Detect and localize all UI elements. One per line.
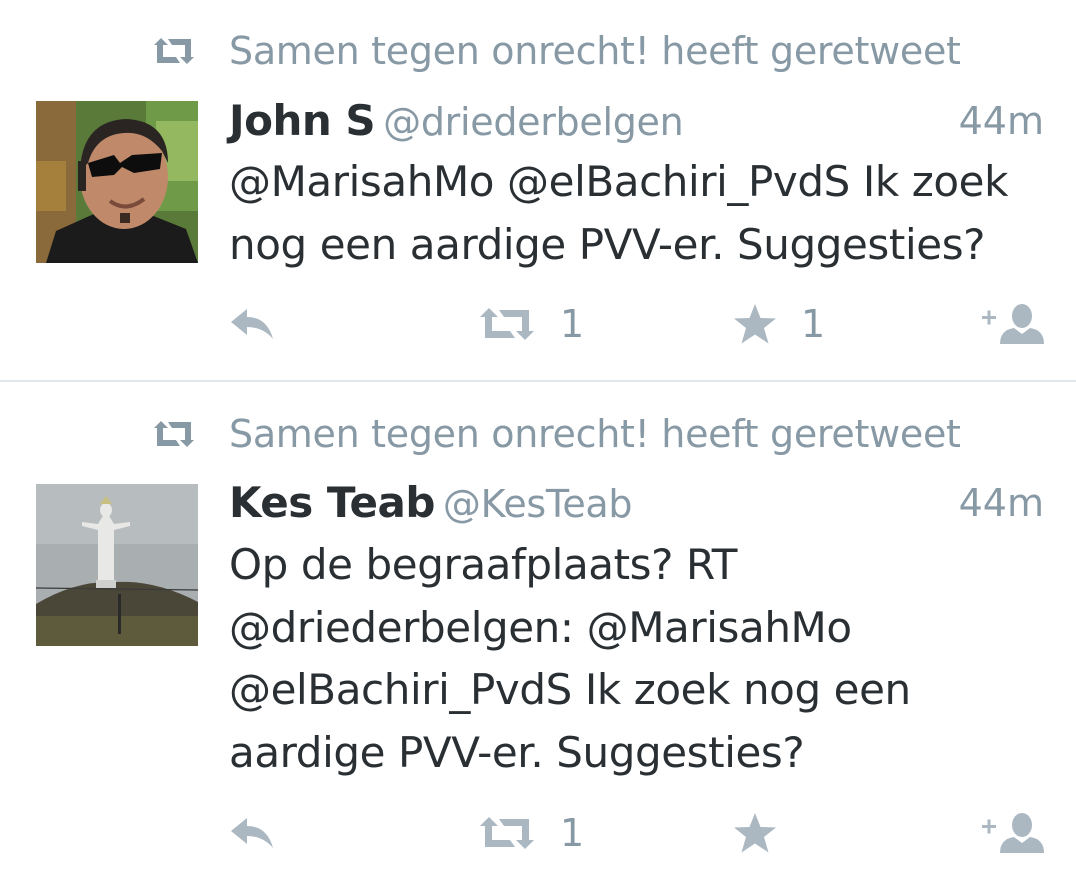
follow-button[interactable] <box>982 808 1046 858</box>
favorite-count: 1 <box>801 302 826 346</box>
retweet-count: 1 <box>560 302 585 346</box>
tweet-time: 44m <box>958 99 1044 143</box>
retweeted-by-text: Samen tegen onrecht! heeft geretweet <box>229 29 961 73</box>
user-handle[interactable]: @KesTeab <box>443 482 633 526</box>
reply-button[interactable] <box>229 808 275 858</box>
star-icon <box>734 813 776 853</box>
tweet-header: Kes Teab @KesTeab 44m <box>229 477 1044 529</box>
favorite-button[interactable]: 1 <box>733 299 825 349</box>
add-user-icon <box>982 304 1044 344</box>
retweet-icon <box>480 308 534 340</box>
retweet-context: Samen tegen onrecht! heeft geretweet <box>0 28 1076 74</box>
retweet-context: Samen tegen onrecht! heeft geretweet <box>0 411 1076 457</box>
tweet-header: John S @driederbelgen 44m <box>229 95 1044 147</box>
retweet-button[interactable]: 1 <box>478 299 584 349</box>
tweet-time: 44m <box>958 481 1044 525</box>
reply-button[interactable] <box>229 299 275 349</box>
reply-icon <box>231 818 273 848</box>
avatar[interactable] <box>36 101 198 263</box>
retweet-count: 1 <box>560 811 585 855</box>
retweet-small-icon <box>154 38 194 64</box>
user-name[interactable]: Kes Teab <box>229 478 435 527</box>
add-user-icon <box>982 813 1044 853</box>
tweet[interactable]: Samen tegen onrecht! heeft geretweet Kes… <box>0 382 1076 886</box>
tweet[interactable]: Samen tegen onrecht! heeft geretweet Joh… <box>0 0 1076 381</box>
reply-icon <box>231 309 273 339</box>
star-icon <box>734 304 776 344</box>
favorite-button[interactable] <box>733 808 801 858</box>
tweet-actions: 1 1 <box>0 299 1076 349</box>
avatar[interactable] <box>36 484 198 646</box>
user-name[interactable]: John S <box>229 96 376 145</box>
retweeted-by-text: Samen tegen onrecht! heeft geretweet <box>229 412 961 456</box>
retweet-button[interactable]: 1 <box>478 808 584 858</box>
retweet-icon <box>480 817 534 849</box>
tweet-text: Op de begraafplaats? RT @driederbelgen: … <box>229 540 911 777</box>
user-handle[interactable]: @driederbelgen <box>383 100 684 144</box>
retweet-small-icon <box>154 421 194 447</box>
tweet-actions: 1 <box>0 808 1076 858</box>
follow-button[interactable] <box>982 299 1046 349</box>
tweet-text: @MarisahMo @elBachiri_PvdS Ik zoek nog e… <box>229 157 1009 269</box>
